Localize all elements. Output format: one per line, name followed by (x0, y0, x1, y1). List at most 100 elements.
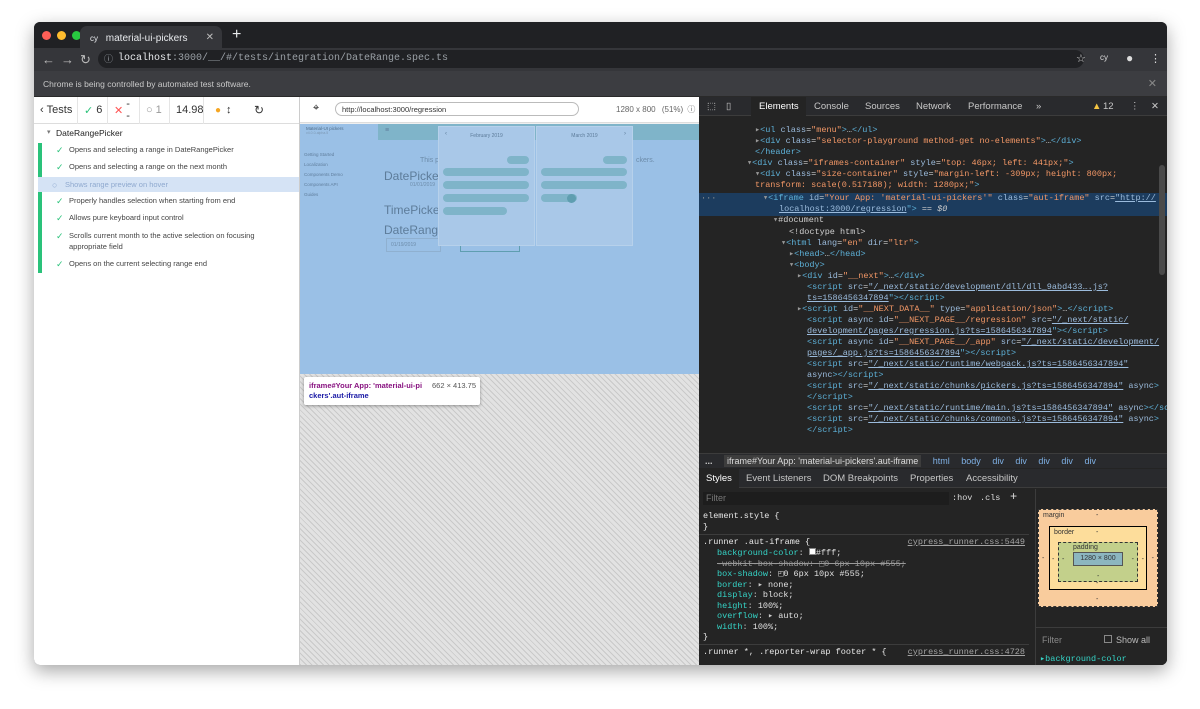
breadcrumb-item[interactable]: iframe#Your App: 'material-ui-pickers'.a… (724, 455, 922, 467)
close-tab-icon[interactable]: ✕ (206, 32, 214, 43)
breadcrumb-item[interactable]: div (1084, 456, 1096, 466)
dom-node[interactable]: ▾<div class="size-container" style="marg… (755, 169, 1117, 180)
css-declaration-overridden[interactable]: -webkit-box-shadow: ◰0 6px 10px #555; (717, 559, 906, 570)
rule-source-link[interactable]: cypress_runner.css:4728 (908, 647, 1025, 658)
box-model-content[interactable]: 1280 × 800 (1073, 552, 1123, 566)
address-bar[interactable]: ⓘ localhost:3000/__/#/tests/integration/… (98, 50, 1084, 68)
box-model-margin[interactable]: margin - - - - border - - - - padding - … (1038, 509, 1158, 607)
swatch-icon[interactable] (808, 548, 816, 555)
dom-node-selected[interactable]: ··· (701, 193, 716, 204)
hov-toggle[interactable]: :hov (952, 493, 972, 503)
breadcrumb-item[interactable]: body (961, 456, 981, 466)
tab-network[interactable]: Network (916, 101, 951, 112)
dom-node[interactable]: </header> (755, 147, 801, 158)
styles-filter-input[interactable]: Filter (703, 492, 949, 505)
warning-icon[interactable]: ▲ (1092, 101, 1101, 112)
dom-node[interactable]: ▾<html lang="en" dir="ltr"> (781, 238, 919, 249)
back-arrow-icon[interactable]: ← (42, 52, 55, 67)
close-devtools-icon[interactable]: ✕ (1151, 101, 1159, 112)
test-item-pending[interactable]: ○ Shows range preview on hover (38, 177, 299, 192)
css-declaration[interactable]: background-color: #fff; (717, 548, 841, 559)
reload-icon[interactable]: ↻ (80, 52, 91, 68)
breadcrumb-item[interactable]: div (992, 456, 1004, 466)
computed-prop[interactable]: ▸background-color (1040, 654, 1127, 664)
rerun-button[interactable]: ↻ (254, 97, 270, 124)
dom-node[interactable]: ▾<body> (789, 260, 825, 271)
tab-sources[interactable]: Sources (865, 101, 900, 112)
aut-iframe[interactable]: Material-UI pickers v4.0.0-alpha.5 ≡ Get… (300, 124, 700, 374)
menu-dots-icon[interactable]: ⋮ (1150, 52, 1161, 65)
css-declaration[interactable]: height: 100%; (717, 601, 783, 612)
subtab-event-listeners[interactable]: Event Listeners (746, 473, 811, 484)
dom-node[interactable]: ▸<div class="selector-playground method-… (755, 136, 1082, 147)
profile-icon[interactable]: ● (1126, 51, 1133, 65)
breadcrumb-item[interactable]: div (1015, 456, 1027, 466)
elements-scrollbar[interactable] (1159, 165, 1165, 275)
tab-console[interactable]: Console (814, 101, 849, 112)
settings-dots-icon[interactable]: ⋮ (1130, 101, 1140, 112)
dom-node[interactable]: ▸<script id="__NEXT_DATA__" type="applic… (797, 304, 1113, 315)
element-style-rule[interactable]: element.style { (703, 511, 780, 522)
css-declaration[interactable]: display: block; (717, 590, 794, 601)
rule-selector[interactable]: .runner .aut-iframe { (703, 537, 810, 548)
show-all-checkbox[interactable] (1104, 635, 1112, 643)
info-icon[interactable]: ⓘ (687, 105, 695, 114)
elements-tree[interactable]: ▸<ul class="menu">…</ul> ▸<div class="se… (699, 117, 1167, 451)
dom-node[interactable]: ▾<div class="iframes-container" style="t… (747, 158, 1074, 169)
dom-node[interactable]: <script src="/_next/static/runtime/main.… (807, 403, 1167, 414)
back-to-tests-button[interactable]: ‹ Tests (34, 96, 78, 124)
subtab-styles[interactable]: Styles (706, 473, 732, 484)
device-toggle-icon[interactable]: ▯ (726, 101, 731, 112)
tab-performance[interactable]: Performance (968, 101, 1022, 112)
nav-item[interactable]: Guides (304, 192, 343, 197)
breadcrumb-more[interactable]: ... (705, 456, 713, 466)
dom-node[interactable]: <script src="/_next/static/development/d… (807, 282, 1108, 293)
cypress-extension-icon[interactable]: cy (1100, 53, 1108, 62)
start-input[interactable]: 01/19/2019 (386, 238, 441, 252)
forward-arrow-icon[interactable]: → (61, 52, 74, 67)
nav-item[interactable]: Components API (304, 182, 343, 187)
computed-filter-input[interactable]: Filter (1042, 635, 1062, 645)
breadcrumb-item[interactable]: div (1061, 456, 1073, 466)
hamburger-icon[interactable]: ≡ (385, 127, 389, 134)
dom-node[interactable]: <script src="/_next/static/chunks/common… (807, 414, 1159, 425)
suite-title[interactable]: DateRangePicker (56, 128, 123, 138)
breadcrumb-item[interactable]: html (933, 456, 950, 466)
chevron-right-icon[interactable]: › (624, 131, 626, 137)
tab-elements[interactable]: Elements (759, 101, 799, 112)
dom-node[interactable]: <!doctype html> (789, 227, 866, 238)
css-declaration[interactable]: border: ▸ none; (717, 580, 794, 591)
suite-caret-icon[interactable]: ▾ (47, 128, 51, 136)
cls-toggle[interactable]: .cls (980, 493, 1000, 503)
box-model-border[interactable]: border - - - - padding - - - 1280 × 800 (1049, 526, 1147, 590)
dom-node[interactable]: <script async id="__NEXT_PAGE__/_app" sr… (807, 337, 1159, 348)
subtab-accessibility[interactable]: Accessibility (966, 473, 1018, 484)
rule-source-link[interactable]: cypress_runner.css:5449 (908, 537, 1025, 548)
dom-node[interactable]: <script src="/_next/static/chunks/picker… (807, 381, 1159, 392)
bookmark-star-icon[interactable]: ☆ (1076, 52, 1086, 65)
dom-node[interactable]: ▸<head>…</head> (789, 249, 866, 260)
css-declaration[interactable]: box-shadow: ◰0 6px 10px #555; (717, 569, 865, 580)
more-tabs-icon[interactable]: » (1036, 101, 1041, 112)
rule-selector[interactable]: .runner *, .reporter-wrap footer * { (703, 647, 887, 658)
nav-item[interactable]: Components Demo (304, 172, 343, 177)
dom-node[interactable]: ▸<div id="__next">…</div> (797, 271, 925, 282)
close-infobar-icon[interactable]: ✕ (1148, 77, 1157, 90)
dom-node[interactable]: <script src="/_next/static/runtime/webpa… (807, 359, 1128, 370)
close-window-button[interactable] (42, 31, 51, 40)
nav-item[interactable]: Localization (304, 162, 343, 167)
new-tab-button[interactable]: + (232, 26, 241, 44)
dom-node-selected[interactable]: ▾<iframe id="Your App: 'material-ui-pick… (763, 193, 1156, 204)
dom-node[interactable]: ▸<ul class="menu">…</ul> (755, 125, 878, 136)
selector-playground-icon[interactable]: ⌖ (313, 102, 319, 115)
box-model-padding[interactable]: padding - - - 1280 × 800 (1058, 542, 1138, 582)
subtab-properties[interactable]: Properties (910, 473, 953, 484)
css-declaration[interactable]: width: 100%; (717, 622, 778, 633)
css-declaration[interactable]: overflow: ▸ auto; (717, 611, 804, 622)
dom-node[interactable]: ▾#document (773, 215, 824, 226)
subtab-dom-breakpoints[interactable]: DOM Breakpoints (823, 473, 898, 484)
breadcrumb-item[interactable]: div (1038, 456, 1050, 466)
new-rule-icon[interactable]: + (1010, 490, 1017, 504)
dom-node[interactable]: <script async id="__NEXT_PAGE__/regressi… (807, 315, 1128, 326)
browser-tab[interactable]: cy material-ui-pickers ✕ (80, 26, 222, 48)
